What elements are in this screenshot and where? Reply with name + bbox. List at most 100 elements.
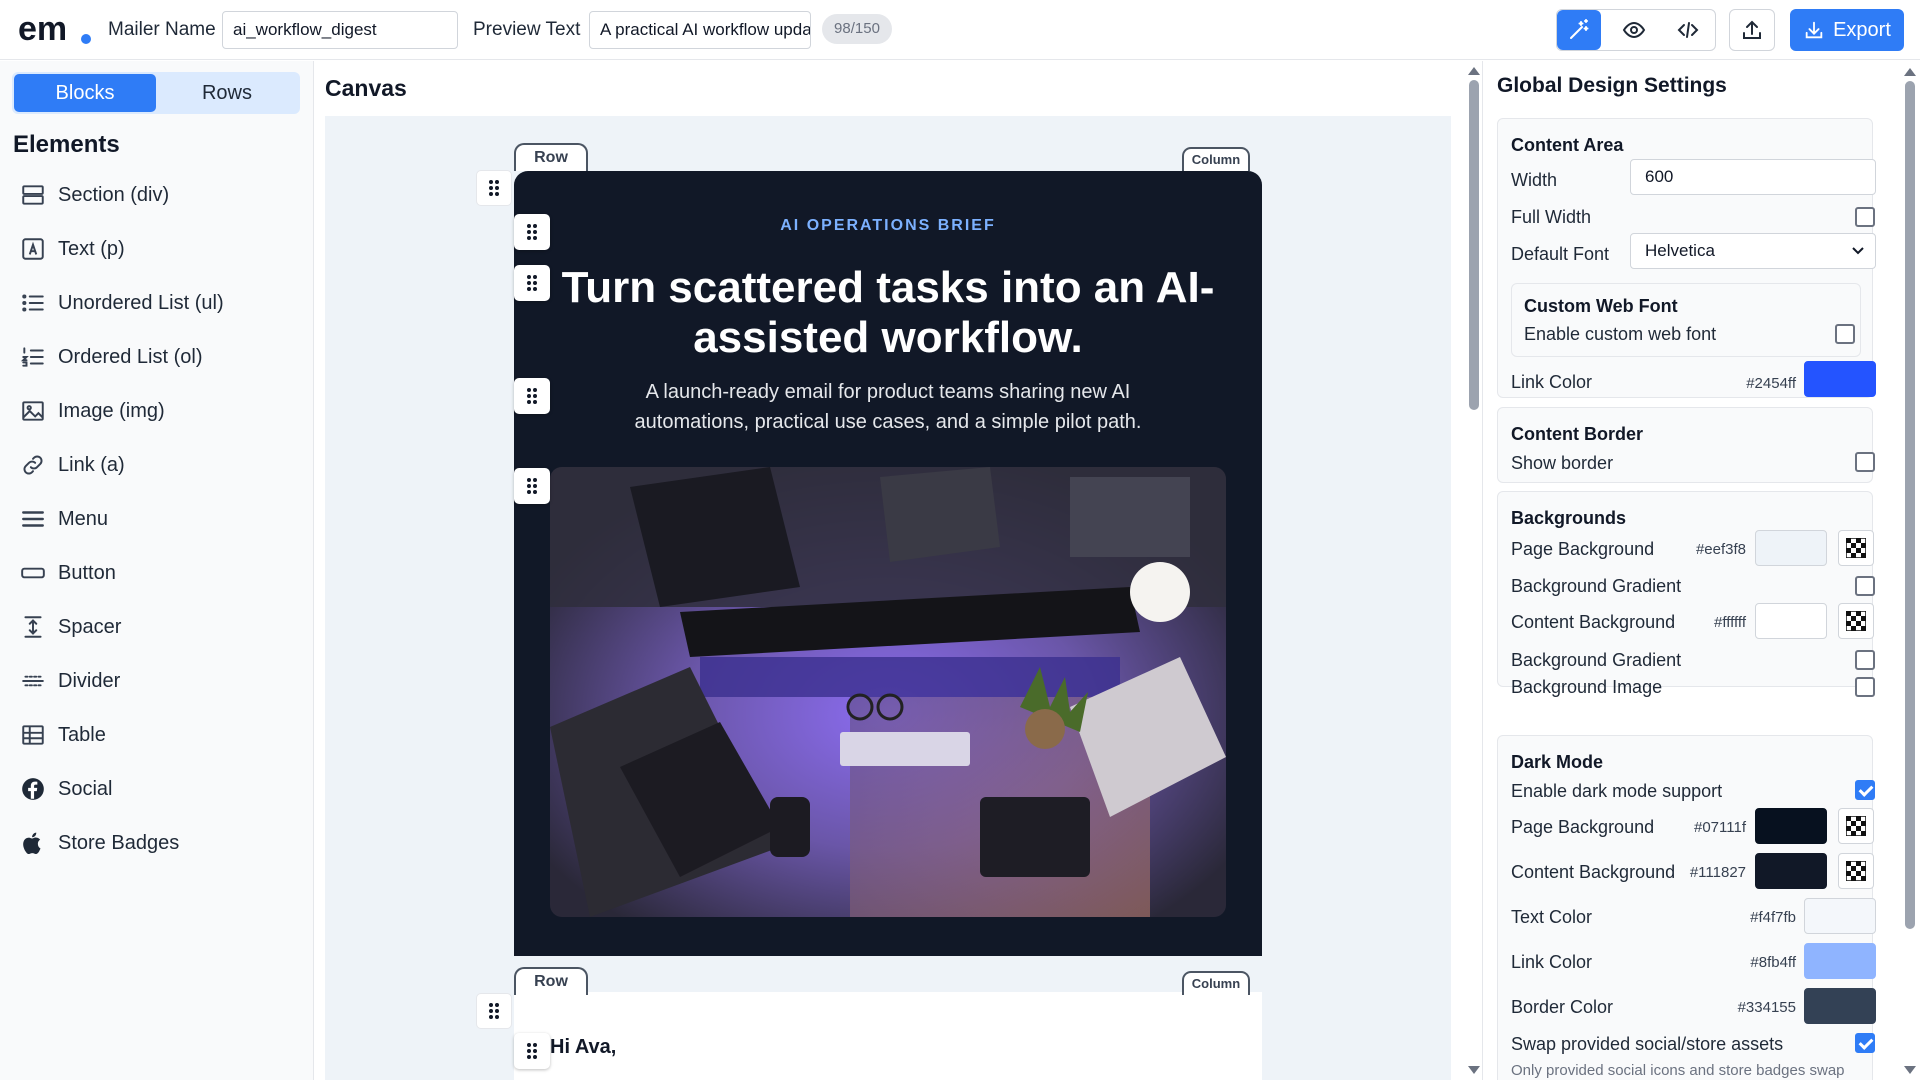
transparency-icon bbox=[1846, 861, 1866, 881]
hero-image[interactable] bbox=[550, 467, 1226, 917]
link-color-hex: #2454ff bbox=[1746, 375, 1796, 392]
elements-heading: Elements bbox=[13, 131, 120, 158]
tab-rows[interactable]: Rows bbox=[156, 74, 298, 112]
block-drag-handle[interactable] bbox=[514, 468, 550, 504]
width-input[interactable]: 600 bbox=[1630, 159, 1876, 195]
default-font-select[interactable]: Helvetica bbox=[1630, 233, 1876, 269]
bg-gradient2-checkbox[interactable] bbox=[1855, 650, 1875, 670]
full-width-checkbox[interactable] bbox=[1855, 207, 1875, 227]
dm-page-bg-swatch[interactable] bbox=[1755, 808, 1827, 844]
element-label: Link (a) bbox=[58, 453, 125, 476]
content-bg-swatch[interactable] bbox=[1755, 603, 1827, 639]
section-icon bbox=[22, 185, 44, 205]
dark-mode-card: Dark Mode Enable dark mode support Page … bbox=[1497, 735, 1876, 1080]
show-border-checkbox[interactable] bbox=[1855, 452, 1875, 472]
block-drag-handle[interactable] bbox=[514, 378, 550, 414]
ordered-list-icon bbox=[20, 347, 44, 367]
content-bg-hex: #ffffff bbox=[1714, 614, 1746, 631]
canvas-scroll-up[interactable] bbox=[1468, 67, 1480, 75]
code-view-button[interactable] bbox=[1666, 10, 1710, 50]
hero-subtitle[interactable]: A launch-ready email for product teams s… bbox=[594, 377, 1182, 437]
row-tag[interactable]: Row bbox=[514, 143, 588, 171]
element-label: Store Badges bbox=[58, 831, 180, 854]
hero-section: AI OPERATIONS BRIEF Turn scattered tasks… bbox=[514, 171, 1262, 956]
dm-content-bg-transparent-button[interactable] bbox=[1838, 853, 1874, 889]
dm-text-color-swatch[interactable] bbox=[1804, 898, 1876, 934]
row-tag[interactable]: Row bbox=[514, 967, 588, 995]
element-link[interactable]: Link (a) bbox=[20, 438, 300, 492]
tab-blocks[interactable]: Blocks bbox=[14, 74, 156, 112]
element-ordered-list[interactable]: Ordered List (ol) bbox=[20, 330, 300, 384]
canvas-scroll-down[interactable] bbox=[1468, 1066, 1480, 1074]
column-tag[interactable]: Column bbox=[1182, 971, 1250, 995]
transparency-icon bbox=[1846, 611, 1866, 631]
block-drag-handle[interactable] bbox=[514, 1033, 550, 1069]
row-drag-handle[interactable] bbox=[476, 170, 512, 206]
mailer-name-label: Mailer Name bbox=[108, 19, 216, 40]
hero-title[interactable]: Turn scattered tasks into an AI-assisted… bbox=[554, 263, 1222, 363]
drag-handle-icon bbox=[527, 1043, 537, 1059]
dark-mode-checkbox[interactable] bbox=[1855, 780, 1875, 800]
content-bg-transparent-button[interactable] bbox=[1838, 603, 1874, 639]
element-text[interactable]: Text (p) bbox=[20, 222, 300, 276]
dm-border-color-swatch[interactable] bbox=[1804, 988, 1876, 1024]
spacer-icon bbox=[24, 616, 42, 638]
element-store-badges[interactable]: Store Badges bbox=[20, 816, 300, 870]
element-social[interactable]: Social bbox=[20, 762, 300, 816]
preview-text-input[interactable]: A practical AI workflow upda bbox=[589, 11, 811, 49]
panel-scroll-up[interactable] bbox=[1904, 68, 1916, 76]
swap-assets-checkbox[interactable] bbox=[1855, 1033, 1875, 1053]
element-label: Image (img) bbox=[58, 399, 165, 422]
desk-photo-illustration bbox=[550, 467, 1226, 917]
dm-link-color-swatch[interactable] bbox=[1804, 943, 1876, 979]
page-bg-transparent-button[interactable] bbox=[1838, 530, 1874, 566]
element-label: Divider bbox=[58, 669, 121, 692]
element-table[interactable]: Table bbox=[20, 708, 300, 762]
hero-eyebrow[interactable]: AI OPERATIONS BRIEF bbox=[514, 217, 1262, 235]
design-mode-button[interactable] bbox=[1557, 10, 1601, 50]
element-section[interactable]: Section (div) bbox=[20, 168, 300, 222]
bg-gradient-checkbox[interactable] bbox=[1855, 576, 1875, 596]
dm-page-bg-transparent-button[interactable] bbox=[1838, 808, 1874, 844]
element-image[interactable]: Image (img) bbox=[20, 384, 300, 438]
block-drag-handle[interactable] bbox=[514, 214, 550, 250]
element-label: Section (div) bbox=[58, 183, 170, 206]
element-divider[interactable]: Divider bbox=[20, 654, 300, 708]
row-drag-handle[interactable] bbox=[476, 993, 512, 1029]
page-bg-swatch[interactable] bbox=[1755, 530, 1827, 566]
custom-font-title: Custom Web Font bbox=[1524, 296, 1678, 316]
export-button[interactable]: Export bbox=[1790, 9, 1904, 51]
link-color-label: Link Color bbox=[1511, 372, 1593, 392]
facebook-icon bbox=[22, 778, 44, 800]
magic-wand-icon bbox=[1570, 19, 1589, 39]
button-icon bbox=[21, 567, 45, 579]
element-label: Spacer bbox=[58, 615, 122, 638]
element-button[interactable]: Button bbox=[20, 546, 300, 600]
panel-scroll-down[interactable] bbox=[1904, 1066, 1916, 1074]
table-icon bbox=[22, 725, 44, 745]
content-border-card: Content Border Show border bbox=[1497, 407, 1875, 483]
dm-text-color-hex: #f4f7fb bbox=[1750, 909, 1796, 926]
mailer-name-input[interactable]: ai_workflow_digest bbox=[222, 11, 458, 49]
bg-image-checkbox[interactable] bbox=[1855, 677, 1875, 697]
dark-mode-enable-label: Enable dark mode support bbox=[1511, 781, 1723, 801]
swap-assets-label: Swap provided social/store assets bbox=[1511, 1034, 1784, 1054]
bg-gradient2-label: Background Gradient bbox=[1511, 650, 1682, 670]
upload-button[interactable] bbox=[1729, 9, 1775, 51]
width-label: Width bbox=[1511, 170, 1558, 190]
custom-font-checkbox[interactable] bbox=[1835, 324, 1855, 344]
panel-scrollbar[interactable] bbox=[1905, 81, 1915, 929]
upload-icon bbox=[1743, 20, 1761, 39]
element-menu[interactable]: Menu bbox=[20, 492, 300, 546]
canvas-scrollbar[interactable] bbox=[1469, 80, 1479, 410]
greeting-text[interactable]: Hi Ava, bbox=[550, 1036, 616, 1059]
element-label: Text (p) bbox=[58, 237, 125, 260]
dm-link-color-hex: #8fb4ff bbox=[1750, 954, 1796, 971]
element-unordered-list[interactable]: Unordered List (ul) bbox=[20, 276, 300, 330]
column-tag[interactable]: Column bbox=[1182, 147, 1250, 171]
preview-button[interactable] bbox=[1612, 10, 1656, 50]
block-drag-handle[interactable] bbox=[514, 265, 550, 301]
element-spacer[interactable]: Spacer bbox=[20, 600, 300, 654]
link-color-swatch[interactable] bbox=[1804, 361, 1876, 397]
dm-content-bg-swatch[interactable] bbox=[1755, 853, 1827, 889]
